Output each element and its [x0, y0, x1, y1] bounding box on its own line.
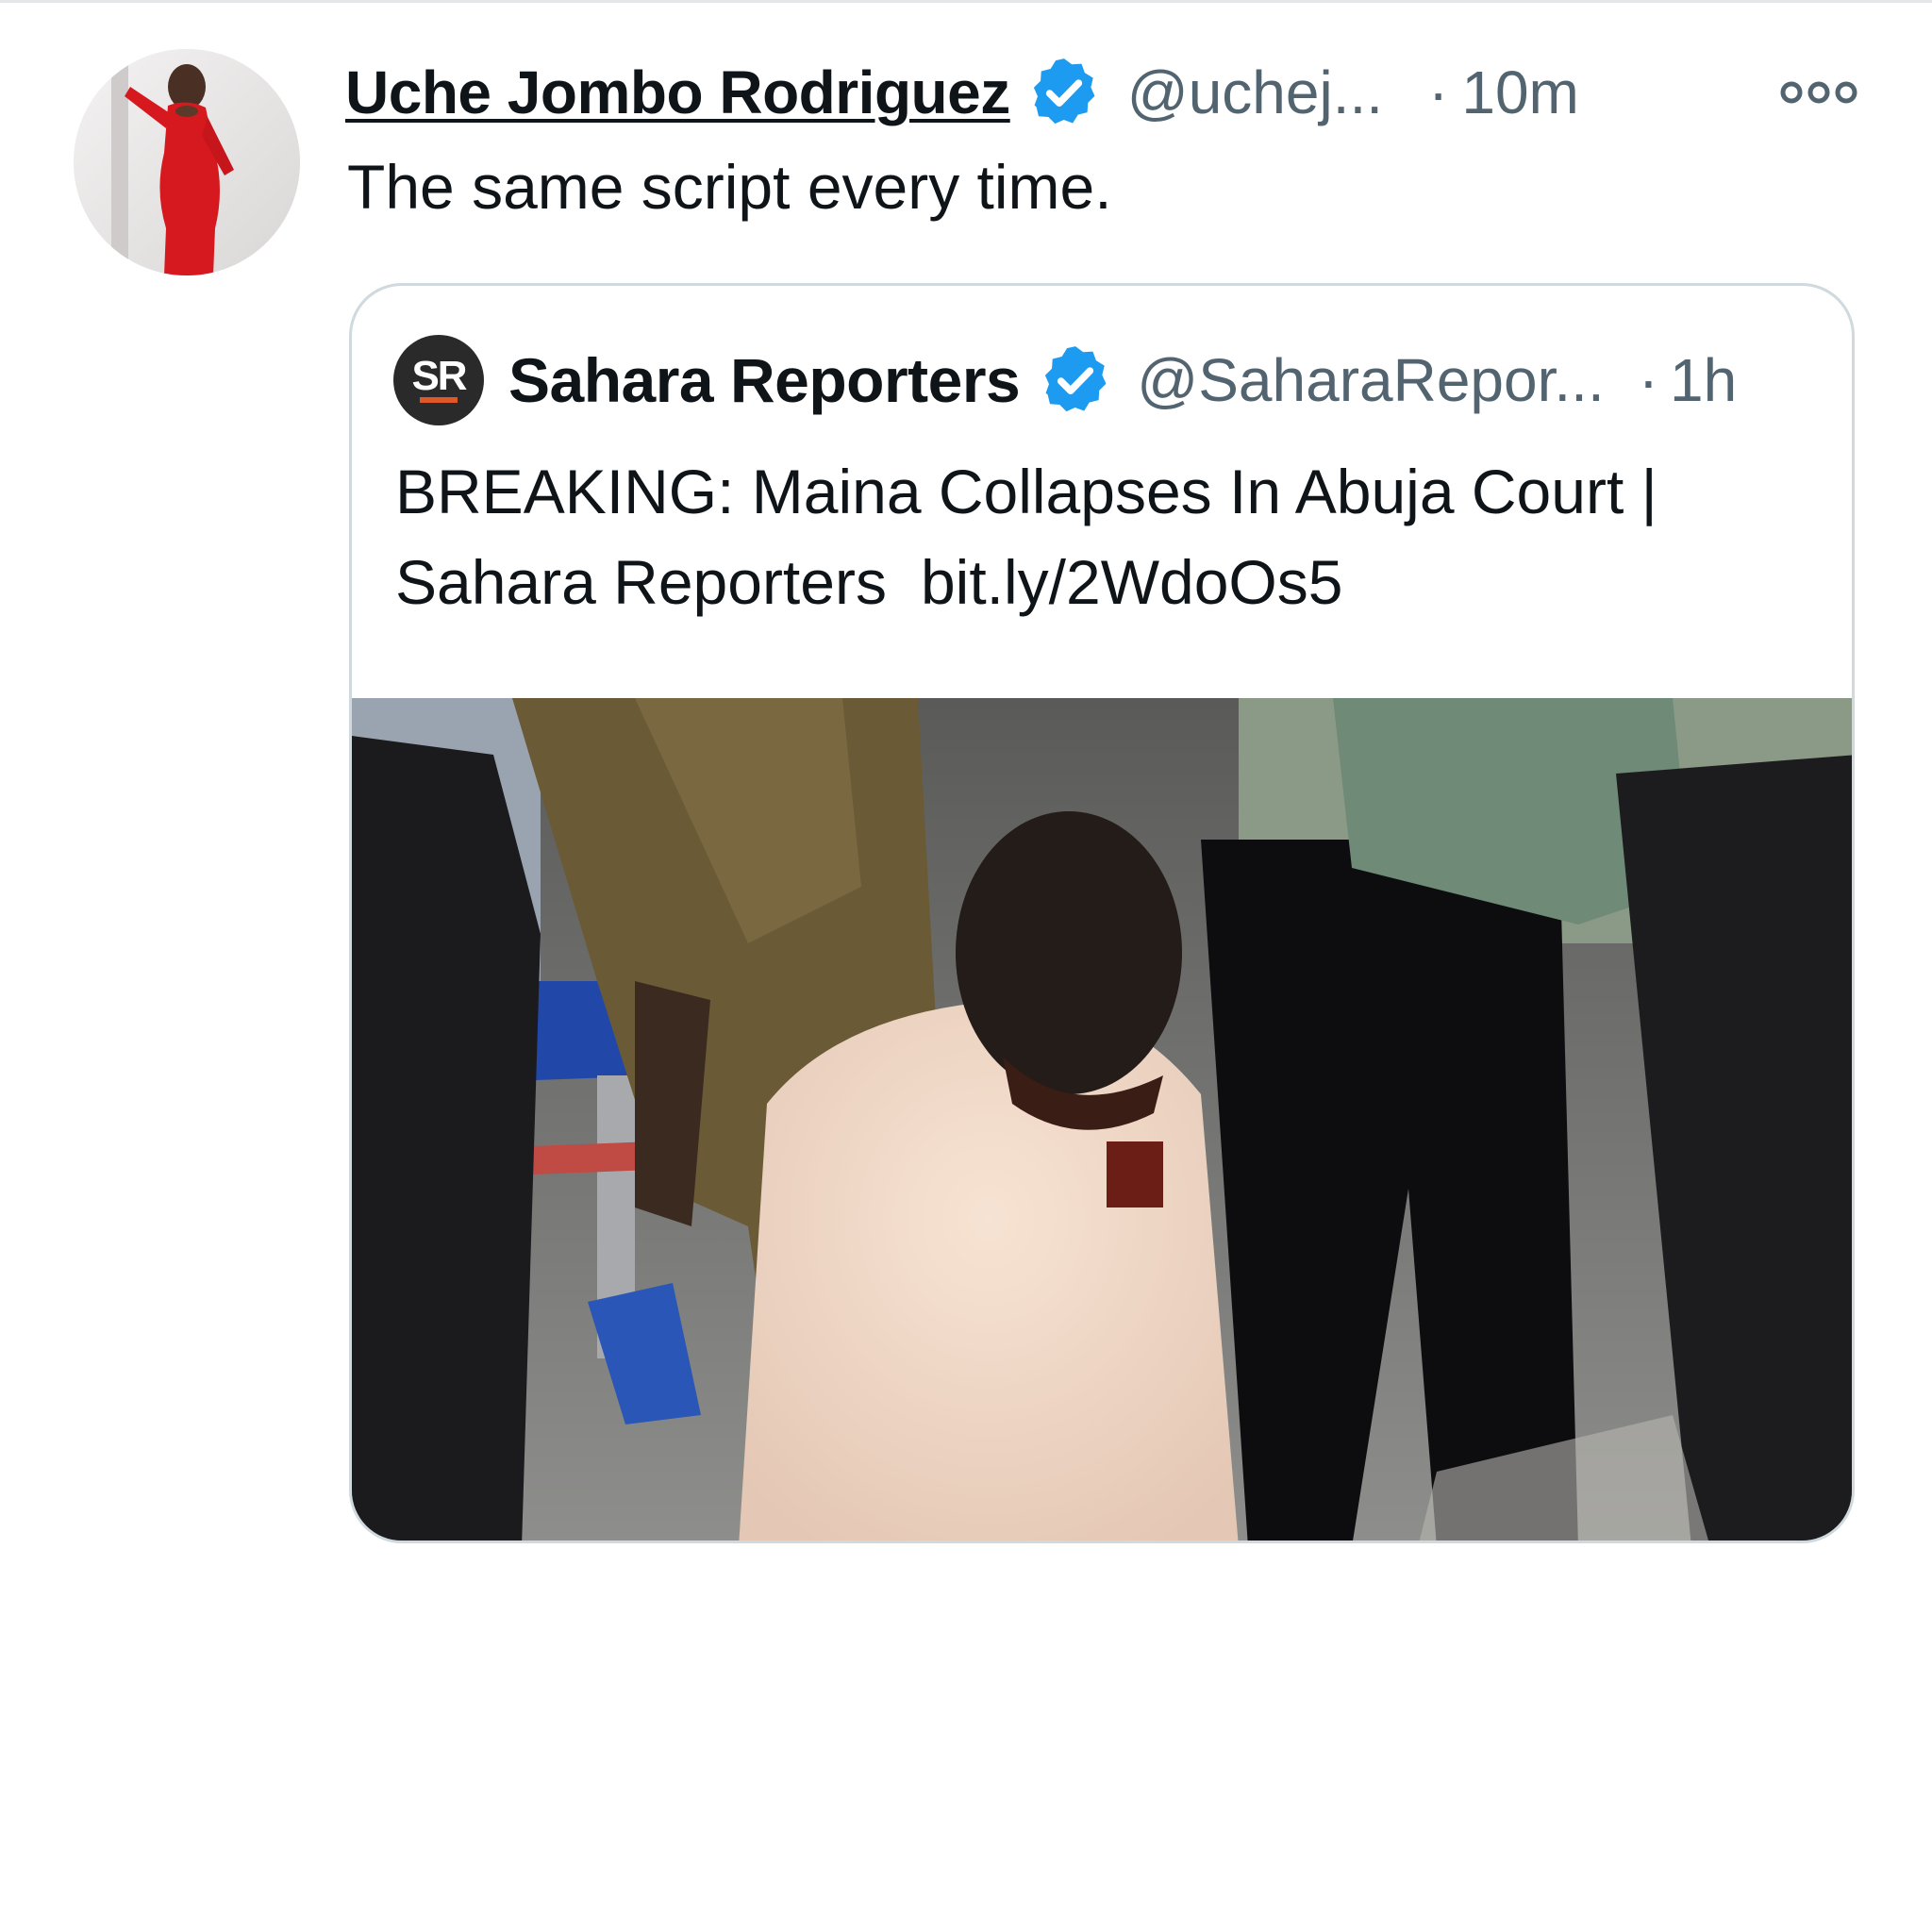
quoted-tweet-image[interactable]: [352, 698, 1852, 1541]
author-display-name[interactable]: Uche Jombo Rodriguez: [345, 58, 1010, 127]
verified-badge-icon: [1025, 54, 1103, 131]
quoted-author-handle[interactable]: @SaharaRepor...: [1137, 345, 1604, 415]
quoted-author-display-name[interactable]: Sahara Reporters: [508, 344, 1021, 416]
tweet-header: Uche Jombo Rodriguez @uchej... · 10m: [345, 49, 1864, 136]
tweet-timestamp[interactable]: 10m: [1461, 58, 1579, 127]
quoted-tweet-link[interactable]: bit.ly/2WdoOs5: [921, 547, 1343, 617]
quoted-tweet-text: BREAKING: Maina Collapses In Abuja Court…: [395, 446, 1810, 627]
quoted-avatar-logo-bar: [420, 397, 458, 403]
news-photo: [352, 698, 1852, 1541]
quoted-tweet-timestamp[interactable]: 1h: [1670, 345, 1737, 415]
tweet-screenshot: Uche Jombo Rodriguez @uchej... · 10m The…: [0, 0, 1932, 1932]
more-options-icon[interactable]: [1778, 74, 1859, 111]
top-divider: [0, 0, 1932, 3]
quoted-header-separator: ·: [1638, 346, 1659, 414]
author-avatar[interactable]: [74, 49, 300, 275]
quoted-author-avatar[interactable]: SR: [393, 335, 484, 425]
quoted-text-line-1: BREAKING: Maina Collapses In Abuja Court…: [395, 457, 1657, 526]
header-separator: ·: [1428, 58, 1449, 126]
quoted-text-line-2: Sahara Reporters bit.ly/2WdoOs5: [395, 537, 1810, 627]
quoted-verified-badge-icon: [1037, 341, 1114, 419]
quoted-tweet-header: SR Sahara Reporters @SaharaRepor... · 1h: [393, 335, 1737, 425]
quoted-text-source: Sahara Reporters: [395, 547, 887, 617]
quoted-avatar-initials: SR: [411, 353, 467, 399]
tweet-text: The same script every time.: [347, 152, 1112, 222]
author-handle[interactable]: @uchej...: [1127, 58, 1383, 127]
quoted-tweet-card[interactable]: SR Sahara Reporters @SaharaRepor... · 1h…: [349, 283, 1855, 1543]
author-avatar-photo: [74, 49, 300, 275]
